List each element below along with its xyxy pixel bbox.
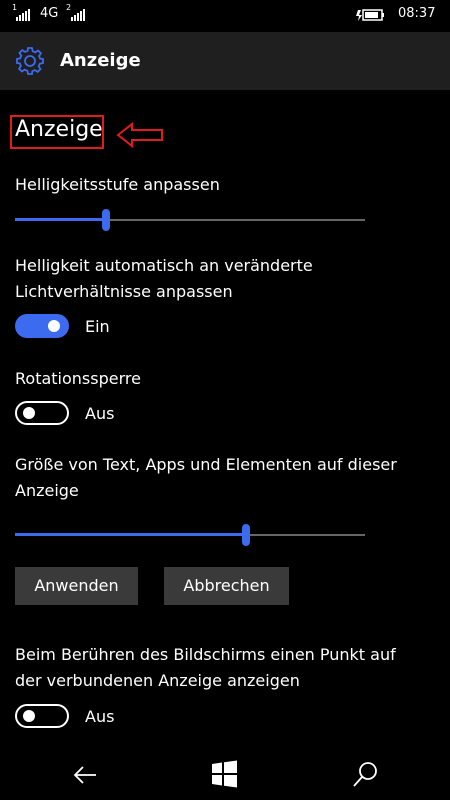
touch-dot-state: Aus (85, 707, 115, 726)
brightness-slider[interactable] (15, 205, 365, 235)
apply-button[interactable]: Anwenden (15, 567, 138, 605)
auto-brightness-label-line1: Helligkeit automatisch an veränderte (15, 256, 313, 275)
rotation-lock-state: Aus (85, 404, 115, 423)
app-title: Anzeige (60, 50, 141, 71)
touch-dot-toggle[interactable] (15, 704, 69, 728)
auto-brightness-label-line2: Lichtverhältnisse anpassen (15, 282, 233, 301)
gear-icon (16, 47, 44, 75)
settings-content[interactable]: Anzeige Helligkeitsstufe anpassen Hellig… (0, 90, 450, 750)
status-bar: 1 4G 2 08:37 (0, 0, 450, 32)
touch-dot-label-line1: Beim Berühren des Bildschirms einen Punk… (15, 645, 396, 664)
auto-brightness-toggle[interactable] (15, 314, 69, 338)
sim1-signal-icon (16, 9, 30, 21)
size-label-line2: Anzeige (15, 481, 79, 500)
cancel-button[interactable]: Abbrechen (164, 567, 289, 605)
slider-thumb[interactable] (242, 524, 250, 546)
sim2-signal-icon (71, 9, 85, 21)
toggle-knob (48, 320, 60, 332)
auto-brightness-state: Ein (85, 317, 110, 336)
rotation-lock-toggle[interactable] (15, 401, 69, 425)
toggle-knob (23, 407, 35, 419)
size-label-line1: Größe von Text, Apps und Elementen auf d… (15, 455, 397, 474)
toggle-knob (23, 710, 35, 722)
search-icon[interactable] (350, 760, 380, 790)
windows-start-icon[interactable] (211, 760, 239, 788)
slider-thumb[interactable] (102, 209, 110, 231)
navigation-bar (0, 750, 450, 800)
slider-fill (15, 218, 106, 221)
page-heading: Anzeige (15, 117, 103, 142)
battery-charging-icon (356, 9, 384, 21)
slider-fill (15, 533, 246, 536)
touch-dot-label-line2: der verbundenen Anzeige anzeigen (15, 671, 300, 690)
rotation-lock-label: Rotationssperre (15, 369, 141, 388)
brightness-label: Helligkeitsstufe anpassen (15, 175, 220, 194)
annotation-arrow-icon (116, 122, 163, 148)
network-type: 4G (40, 6, 59, 21)
back-arrow-icon[interactable] (70, 760, 100, 790)
clock: 08:37 (398, 6, 436, 21)
text-size-slider[interactable] (15, 520, 365, 550)
title-bar: Anzeige (0, 32, 450, 90)
